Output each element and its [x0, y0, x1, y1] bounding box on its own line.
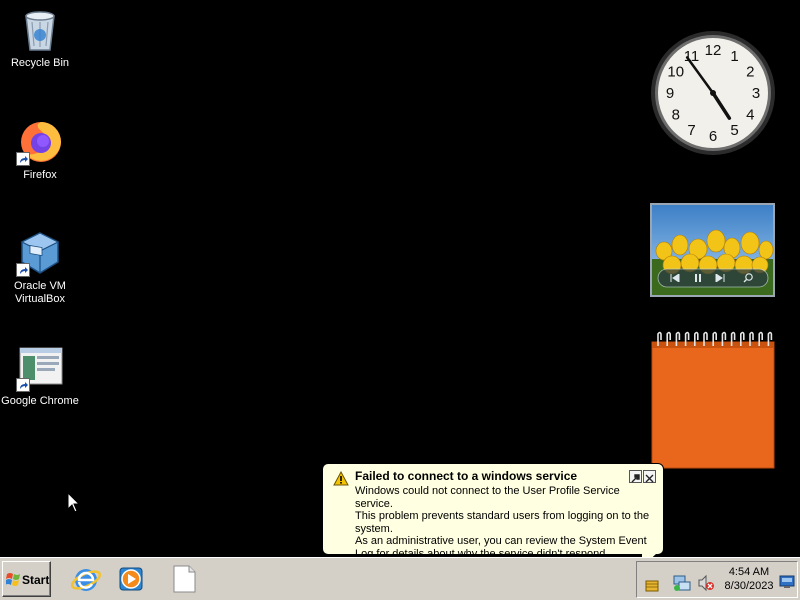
clock-gadget[interactable]: 12 1 2 3 4 5 6 7 8 9 10 11	[650, 30, 776, 156]
security-alert-icon[interactable]	[645, 578, 659, 592]
shortcut-arrow-icon	[16, 263, 30, 277]
clock-numeral: 1	[730, 48, 738, 65]
system-tray: 4:54 AM 8/30/2023	[636, 561, 798, 598]
mouse-pointer-icon	[67, 492, 81, 513]
network-icon[interactable]	[673, 574, 691, 592]
notes-gadget[interactable]	[650, 330, 776, 470]
recycle-bin-icon	[16, 6, 64, 54]
desktop-icon-recycle-bin[interactable]: Recycle Bin	[0, 6, 80, 70]
previous-icon[interactable]	[670, 274, 680, 282]
desktop-icon-label: Google Chrome	[1, 395, 79, 407]
tray-time: 4:54 AM	[728, 566, 770, 578]
internet-explorer-icon[interactable]	[70, 563, 102, 595]
firefox-icon	[16, 118, 64, 166]
desktop-icon-label: Oracle VM VirtualBox	[14, 280, 66, 305]
clock-numeral: 2	[746, 64, 754, 81]
start-button-label: Start	[22, 573, 50, 587]
windows-logo-icon	[6, 573, 20, 586]
shortcut-arrow-icon	[16, 152, 30, 166]
slideshow-gadget[interactable]	[650, 203, 775, 297]
clock-numeral: 12	[705, 42, 722, 59]
shortcut-arrow-icon	[16, 378, 30, 392]
tray-clock[interactable]: 4:54 AM 8/30/2023	[719, 565, 779, 593]
balloon-message-line: Windows could not connect to the User Pr…	[355, 485, 620, 510]
options-icon[interactable]	[629, 470, 642, 483]
clock-numeral: 4	[746, 107, 754, 124]
warning-icon	[333, 471, 349, 486]
virtualbox-icon	[16, 229, 64, 277]
zoom-icon[interactable]	[743, 273, 754, 283]
clock-numeral: 8	[672, 107, 680, 124]
desktop-icon-chrome[interactable]: Google Chrome	[0, 344, 80, 408]
clock-numeral: 7	[687, 122, 695, 139]
balloon-message: Windows could not connect to the User Pr…	[355, 485, 655, 560]
desktop-icon-firefox[interactable]: Firefox	[0, 118, 80, 182]
balloon-title: Failed to connect to a windows service	[355, 469, 578, 483]
desktop-icon-virtualbox[interactable]: Oracle VM VirtualBox	[0, 229, 80, 306]
start-button[interactable]: Start	[2, 561, 51, 597]
media-player-icon[interactable]	[116, 563, 148, 595]
desktop-icon-label: Recycle Bin	[10, 57, 70, 69]
volume-muted-icon[interactable]	[697, 574, 715, 592]
show-desktop-icon[interactable]	[779, 575, 795, 589]
clock-numeral: 6	[709, 128, 717, 145]
chrome-icon	[16, 344, 64, 392]
taskbar: Start 4:54 AM 8/30/2023	[0, 557, 800, 600]
next-icon[interactable]	[715, 274, 725, 282]
balloon-message-line: system.	[355, 522, 393, 535]
balloon-message-line: As an administrative user, you can revie…	[355, 535, 647, 547]
close-icon[interactable]	[643, 470, 656, 483]
balloon-message-line: This problem prevents standard users fro…	[355, 510, 650, 522]
clock-numeral: 9	[666, 85, 674, 102]
clock-numeral: 5	[730, 122, 738, 139]
desktop-icon-label: Firefox	[23, 169, 57, 181]
clock-numeral: 10	[667, 64, 684, 81]
clock-numeral: 3	[752, 85, 760, 102]
tray-date: 8/30/2023	[724, 580, 774, 592]
notification-balloon[interactable]: Failed to connect to a windows service W…	[322, 463, 664, 560]
blank-document-icon[interactable]	[168, 563, 200, 595]
pause-icon[interactable]	[694, 274, 702, 282]
